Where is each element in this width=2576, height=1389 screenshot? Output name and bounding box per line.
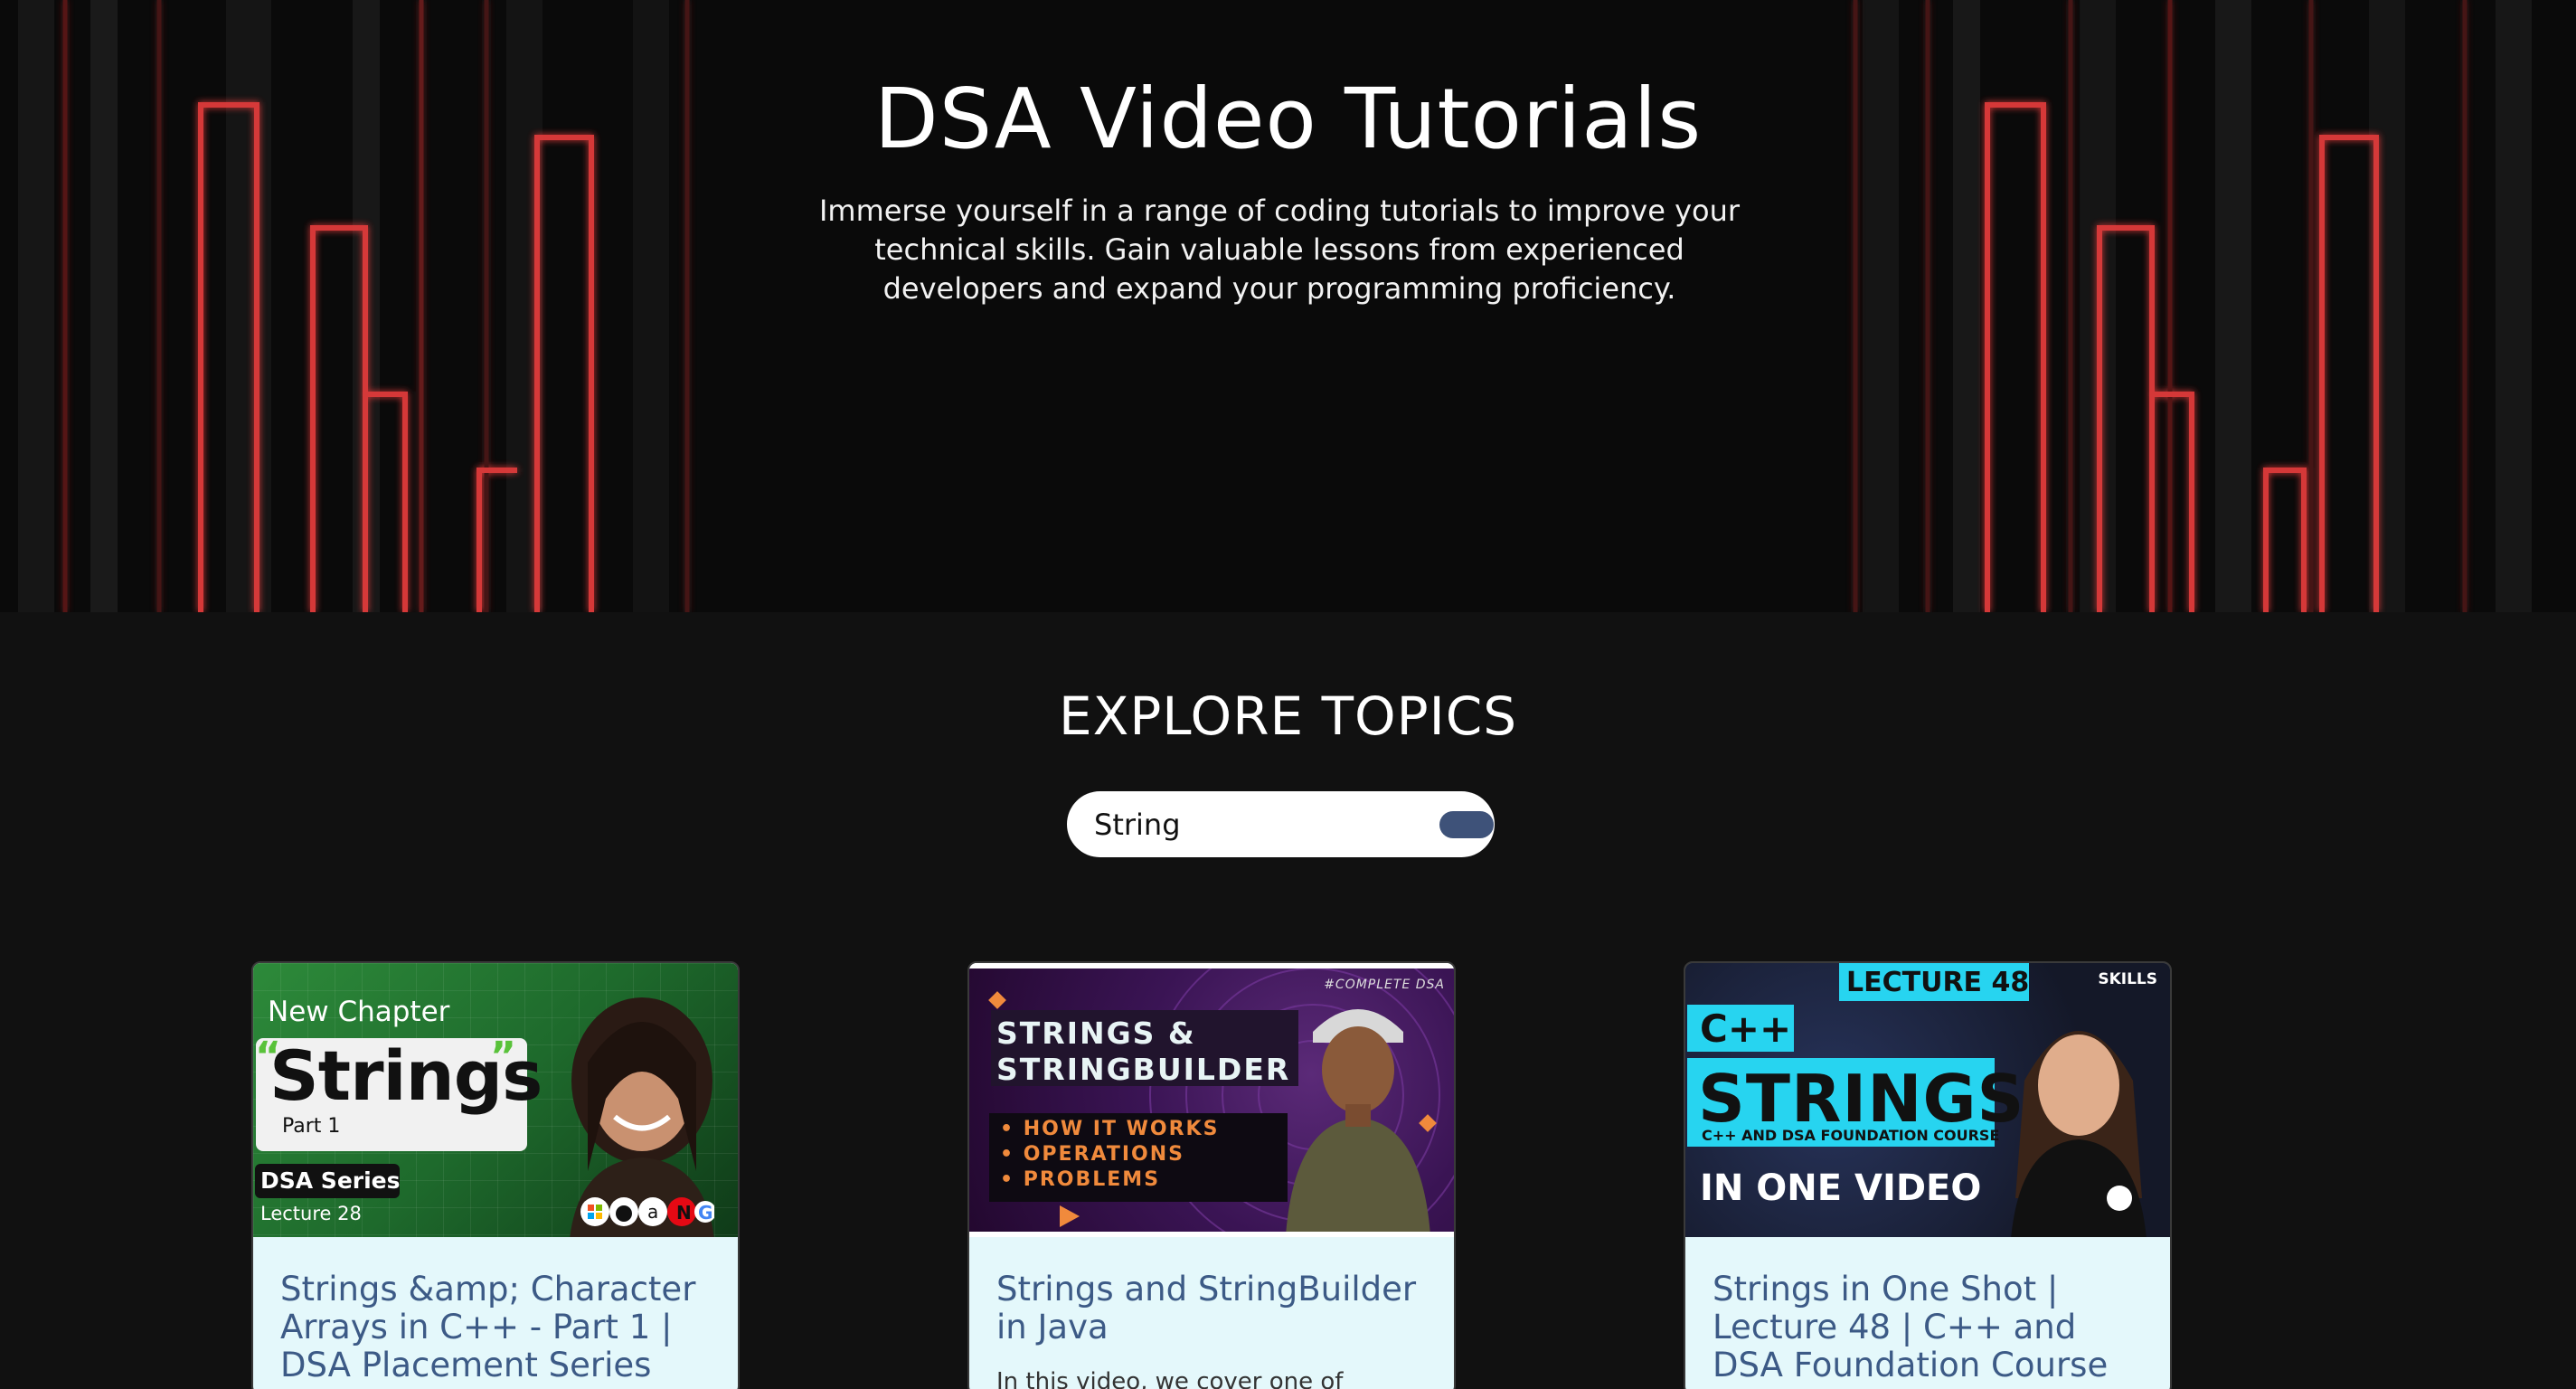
video-title[interactable]: Strings and StringBuilder in Java — [996, 1271, 1439, 1346]
hero-banner: DSA Video Tutorials Immerse yourself in … — [0, 0, 2576, 612]
thumbnail-point: • PROBLEMS — [1000, 1168, 1161, 1191]
course-label: C++ AND DSA FOUNDATION COURSE — [1702, 1127, 2000, 1144]
search-input[interactable] — [1094, 791, 1420, 857]
company-logos-icon: a N G — [580, 1197, 714, 1226]
thumbnail-heading-line: STRINGS & — [996, 1016, 1196, 1051]
thumbnail-tagline: IN ONE VIDEO — [1700, 1167, 1982, 1209]
thumbnail-heading: STRINGS — [1698, 1061, 2025, 1137]
thumbnail-chapter-label: New Chapter — [268, 996, 450, 1028]
hero-subtitle: Immerse yourself in a range of coding tu… — [818, 194, 1741, 306]
video-card[interactable]: New Chapter “ Strings ” Part 1 DSA Serie… — [251, 961, 740, 1389]
thumbnail-heading-line: STRINGBUILDER — [996, 1052, 1291, 1087]
page-title: DSA Video Tutorials — [873, 71, 1703, 167]
search-bar — [1067, 791, 1495, 857]
search-button[interactable] — [1439, 811, 1494, 838]
thumbnail-point: • OPERATIONS — [1000, 1143, 1184, 1166]
thumbnail-lecture-label: Lecture 28 — [260, 1203, 362, 1224]
language-label: C++ — [1700, 1006, 1792, 1051]
video-thumbnail[interactable]: New Chapter “ Strings ” Part 1 DSA Serie… — [253, 963, 738, 1237]
video-title[interactable]: Strings &amp; Character Arrays in C++ - … — [280, 1271, 723, 1384]
video-title[interactable]: Strings in One Shot | Lecture 48 | C++ a… — [1713, 1271, 2156, 1384]
thumbnail-points: • HOW IT WORKS • OPERATIONS • PROBLEMS — [1000, 1117, 1219, 1193]
svg-text:G: G — [698, 1202, 712, 1224]
explore-topics-heading: EXPLORE TOPICS — [1058, 685, 1518, 747]
video-thumbnail[interactable]: #COMPLETE DSA STRINGS & STRINGBUILDER • … — [969, 963, 1454, 1237]
video-card[interactable]: LECTURE 48 SKILLS C++ STRINGS C++ AND DS… — [1684, 961, 2172, 1389]
thumbnail-heading: STRINGS & STRINGBUILDER — [996, 1016, 1290, 1088]
video-description: In this video, we cover one of — [996, 1368, 1344, 1389]
thumbnail-point: • HOW IT WORKS — [1000, 1118, 1220, 1140]
video-thumbnail[interactable]: LECTURE 48 SKILLS C++ STRINGS C++ AND DS… — [1685, 963, 2170, 1237]
svg-text:N: N — [676, 1202, 692, 1224]
presenter-photo — [1286, 1009, 1430, 1232]
series-badge-label: DSA Series — [260, 1167, 401, 1194]
thumbnail-part-label: Part 1 — [282, 1115, 341, 1138]
svg-text:a: a — [647, 1201, 658, 1223]
presenter-photo — [2011, 1031, 2147, 1237]
video-card[interactable]: #COMPLETE DSA STRINGS & STRINGBUILDER • … — [967, 961, 1456, 1389]
quote-close-icon: ” — [490, 1034, 516, 1080]
brand-logo: SKILLS — [2098, 970, 2157, 988]
